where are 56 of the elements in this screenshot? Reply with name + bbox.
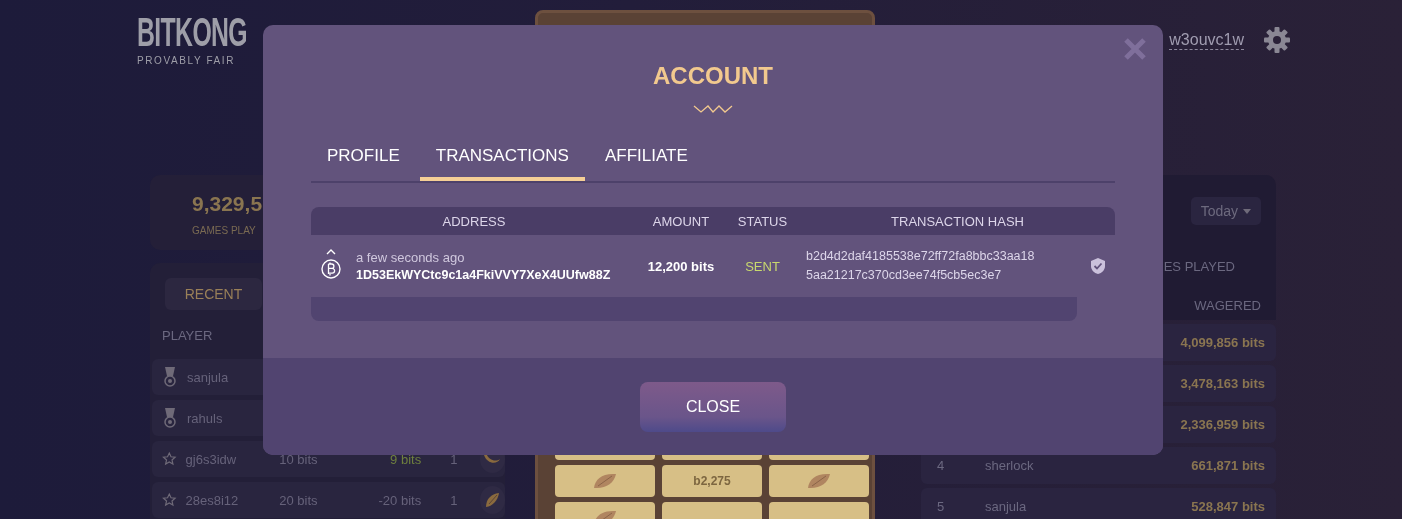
tab[interactable]: TRANSACTIONS: [419, 135, 585, 181]
tab[interactable]: AFFILIATE: [588, 135, 704, 181]
column-header: TRANSACTION HASH: [890, 213, 1025, 229]
wagered-amount: 3,478,163 bits: [1180, 376, 1265, 391]
player-name: sanjula: [985, 499, 1027, 514]
transaction-hash: b2d4d2daf4185538e72ff72fa8bbc33aa18 5aa21217c370cd3ee74f5cb5ec3e7: [805, 248, 1036, 284]
player-name: sanjula: [187, 369, 230, 385]
play-count: 1: [449, 451, 458, 467]
close-icon[interactable]: [1123, 37, 1147, 61]
profit-amount: -20 bits: [377, 492, 422, 508]
wagered-amount: 4,099,856 bits: [1180, 335, 1265, 350]
caret-icon: [1243, 208, 1251, 214]
board-tile[interactable]: [769, 465, 869, 497]
timestamp: a few seconds ago: [356, 250, 466, 265]
settings-icon[interactable]: [1263, 26, 1291, 54]
star-icon: [162, 492, 177, 508]
wagered-amount: 528,847 bits: [1191, 499, 1265, 514]
rank-number: 5: [937, 499, 946, 514]
column-header: ES PLAYED: [1163, 259, 1235, 274]
play-count: 1: [449, 492, 458, 508]
column-header: PLAYER: [162, 327, 213, 343]
fruit-slice-icon: [806, 471, 832, 491]
board-tile[interactable]: [555, 465, 655, 497]
rank-number: 4: [937, 458, 946, 473]
player-name: sherlock: [985, 458, 1034, 473]
medal-icon: [162, 407, 178, 429]
logo-tagline: PROVABLY FAIR: [137, 55, 236, 66]
column-header: STATUS: [736, 213, 789, 229]
amount: 12,200 bits: [646, 258, 716, 274]
bitcoin-icon: [320, 248, 342, 280]
status: SENT: [744, 258, 781, 274]
zigzag-icon: [693, 104, 733, 114]
medal-icon: [162, 366, 178, 388]
wagered-amount: 2,336,959 bits: [1180, 417, 1265, 432]
close-button[interactable]: CLOSE: [640, 382, 786, 432]
wallet-address: 1D53EkWYCtc9c1a4FkiVVY7XeX4UUfw88Z: [356, 268, 612, 282]
column-header: ADDRESS: [441, 213, 507, 229]
username-link[interactable]: w3ouvc1w: [1169, 30, 1244, 50]
star-icon: [162, 451, 177, 467]
wagered-amount: 661,871 bits: [1191, 458, 1265, 473]
profit-amount: 9 bits: [389, 451, 422, 467]
board-tile[interactable]: b2,275: [662, 465, 762, 497]
player-name: 28es8i12: [185, 492, 240, 508]
dialog-title: ACCOUNT: [652, 63, 774, 89]
recent-tab[interactable]: RECENT: [165, 278, 262, 310]
column-header: WAGERED: [1194, 298, 1261, 313]
player-name: gj6s3idw: [185, 451, 238, 467]
column-header: AMOUNT: [651, 213, 711, 229]
stat-label: GAMES PLAY: [192, 225, 257, 236]
logo: BITKONG: [137, 10, 247, 54]
fruit-slice-icon: [592, 471, 618, 491]
bet-amount: 10 bits: [279, 451, 319, 467]
tab[interactable]: PROFILE: [311, 135, 416, 181]
stat-value: 9,329,5: [192, 192, 264, 216]
bet-amount: 20 bits: [279, 492, 319, 508]
player-name: rahuls: [187, 410, 224, 426]
